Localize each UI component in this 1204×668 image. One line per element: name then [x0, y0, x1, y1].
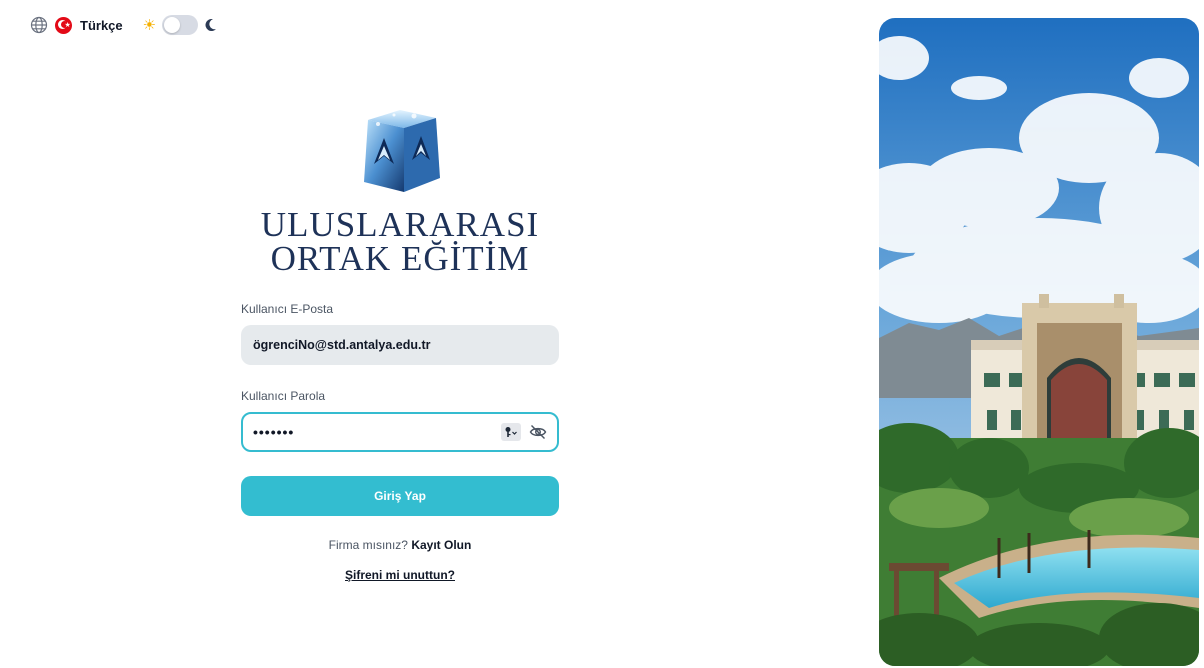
language-selector[interactable]: Türkçe [80, 18, 123, 33]
eye-off-icon[interactable] [529, 424, 547, 440]
sun-icon: ☀ [142, 16, 157, 34]
password-value: ••••••• [253, 424, 295, 440]
moon-icon [205, 18, 217, 32]
password-manager-key-icon[interactable] [501, 423, 521, 441]
signup-row: Firma mısınız? Kayıt Olun [241, 538, 559, 552]
logo-title-line2: ORTAK EĞİTİM [270, 239, 530, 278]
login-button[interactable]: Giriş Yap [241, 476, 559, 516]
email-field[interactable]: ögrenciNo@std.antalya.edu.tr [241, 325, 559, 365]
theme-toggle-knob [164, 17, 181, 33]
globe-icon[interactable] [30, 16, 48, 34]
login-form: Kullanıcı E-Posta ögrenciNo@std.antalya.… [241, 302, 559, 582]
password-field[interactable]: ••••••• [241, 412, 559, 452]
ice-cube-logo-icon [364, 110, 440, 192]
theme-toggle[interactable] [162, 15, 199, 35]
logo-title-line1: ULUSLARARASI [260, 205, 540, 244]
email-label: Kullanıcı E-Posta [241, 302, 334, 316]
signup-link[interactable]: Kayıt Olun [411, 538, 471, 552]
turkey-flag-icon[interactable]: ★ [55, 16, 72, 34]
password-label: Kullanıcı Parola [241, 389, 326, 403]
institution-logo: ULUSLARARASI ORTAK EĞİTİM [250, 104, 550, 276]
forgot-password-link[interactable]: Şifreni mi unuttun? [241, 568, 559, 582]
top-bar: ★ Türkçe ☀ [30, 14, 217, 36]
campus-photo [879, 18, 1199, 666]
email-value: ögrenciNo@std.antalya.edu.tr [253, 338, 431, 352]
signup-prompt: Firma mısınız? [328, 538, 408, 552]
